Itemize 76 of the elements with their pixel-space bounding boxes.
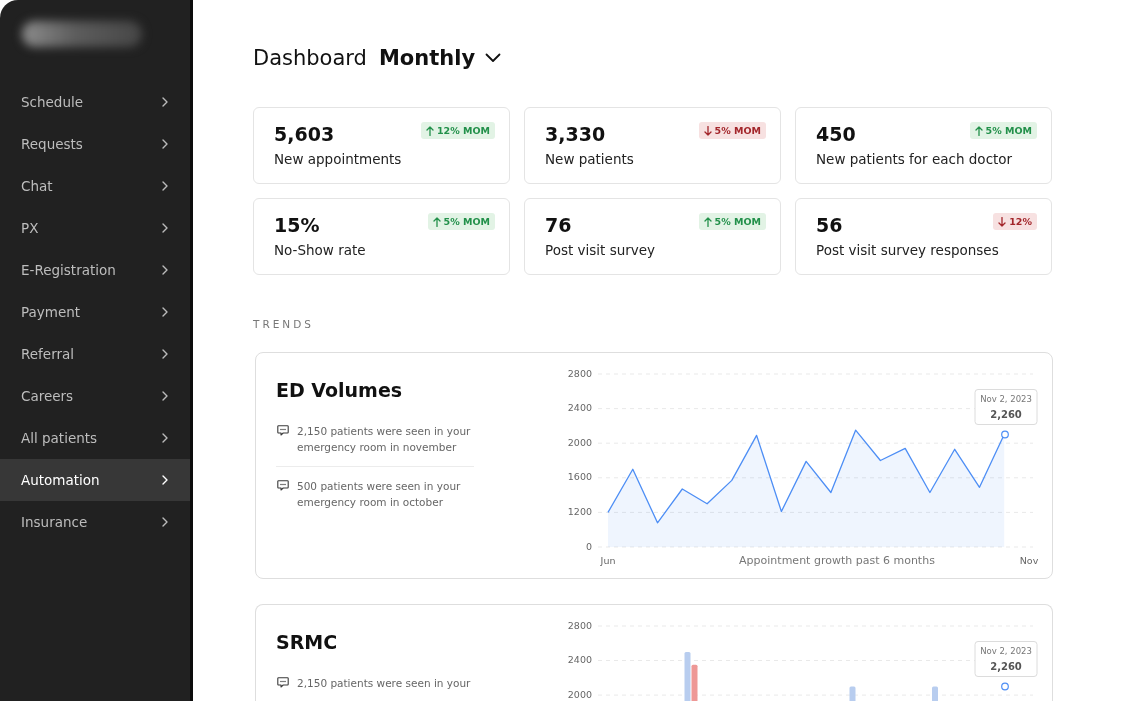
arrow-down-icon — [998, 216, 1007, 227]
arrow-up-icon — [703, 216, 712, 227]
chevron-down-icon — [485, 53, 502, 63]
kpi-value: 76 — [545, 213, 572, 237]
arrow-up-icon — [974, 125, 983, 136]
change-value: 12% — [1009, 216, 1032, 227]
sidebar-item[interactable]: Payment — [0, 291, 190, 333]
kpi-label: New appointments — [274, 150, 403, 169]
kpi-value: 450 — [816, 122, 856, 146]
point-marker — [1001, 682, 1009, 691]
point-marker — [1001, 430, 1009, 439]
tooltip-value: 2,260 — [990, 660, 1022, 672]
chevron-right-icon — [162, 517, 168, 527]
y-axis-label: 2400 — [567, 402, 592, 414]
sidebar-item[interactable]: E-Registration — [0, 249, 190, 291]
sidebar-item[interactable]: Referral — [0, 333, 190, 375]
tooltip-date: Nov 2, 2023 — [980, 394, 1032, 404]
sidebar-item[interactable]: Chat — [0, 165, 190, 207]
y-axis-label: 1200 — [567, 505, 592, 517]
change-value: 5% MOM — [985, 125, 1032, 136]
tooltip-value: 2,260 — [990, 408, 1022, 420]
sidebar-item[interactable]: PX — [0, 207, 190, 249]
x-axis-label: Jun — [600, 554, 616, 566]
change-value: 5% MOM — [714, 216, 761, 227]
x-axis-label: Nov — [1019, 554, 1039, 566]
sidebar-item[interactable]: All patients — [0, 417, 190, 459]
kpi-label: No-Show rate — [274, 241, 367, 260]
chevron-right-icon — [162, 97, 168, 107]
sidebar-item[interactable]: Schedule — [0, 81, 190, 123]
kpi-label: New patients — [545, 150, 635, 169]
period-dropdown[interactable]: Monthly — [378, 46, 502, 70]
note-text: 500 patients were seen in your emergency room in october — [297, 479, 462, 510]
message-icon — [277, 480, 289, 491]
y-axis-label: 1600 — [567, 471, 592, 483]
kpi-label: Post visit survey responses — [816, 241, 1000, 260]
message-icon — [277, 677, 289, 688]
arrow-down-icon — [703, 125, 712, 136]
y-axis-label: 2800 — [567, 619, 592, 631]
message-icon — [277, 425, 289, 436]
y-axis-label: 2000 — [567, 436, 592, 448]
chevron-right-icon — [162, 223, 168, 233]
kpi-value: 15% — [274, 213, 320, 237]
chevron-right-icon — [162, 349, 168, 359]
tooltip-date: Nov 2, 2023 — [980, 646, 1032, 656]
card-title: SRMC — [276, 630, 338, 654]
kpi-label: Post visit survey — [545, 241, 657, 260]
baseline-label: 0 — [585, 540, 592, 552]
arrow-up-icon — [425, 125, 434, 136]
kpi-value: 56 — [816, 213, 843, 237]
chevron-right-icon — [162, 307, 168, 317]
change-value: 12% MOM — [436, 125, 490, 136]
section-heading: TRENDS — [253, 318, 314, 330]
y-axis-label: 2000 — [567, 688, 592, 700]
chevron-right-icon — [162, 181, 168, 191]
y-axis-label: 2400 — [567, 654, 592, 666]
sidebar-item[interactable]: Automation — [0, 459, 190, 501]
note-text: 2,150 patients were seen in your emergency room in november — [297, 424, 472, 455]
sidebar-item[interactable]: Careers — [0, 375, 190, 417]
chevron-right-icon — [162, 139, 168, 149]
kpi-value: 5,603 — [274, 122, 335, 146]
chevron-right-icon — [162, 433, 168, 443]
chevron-right-icon — [162, 265, 168, 275]
change-value: 5% MOM — [443, 216, 490, 227]
axis-title: Appointment growth past 6 months — [739, 554, 935, 567]
card-title: ED Volumes — [276, 378, 403, 402]
y-axis-label: 2800 — [567, 367, 592, 379]
note-text: 2,150 patients were seen in your — [297, 676, 471, 691]
sidebar-item[interactable]: Insurance — [0, 501, 190, 543]
sidebar-item[interactable]: Requests — [0, 123, 190, 165]
kpi-value: 3,330 — [545, 122, 606, 146]
chevron-right-icon — [162, 475, 168, 485]
arrow-up-icon — [432, 216, 441, 227]
kpi-label: New patients for each doctor — [816, 150, 1014, 169]
chevron-right-icon — [162, 391, 168, 401]
page-title: Dashboard — [253, 46, 367, 70]
change-value: 5% MOM — [714, 125, 761, 136]
